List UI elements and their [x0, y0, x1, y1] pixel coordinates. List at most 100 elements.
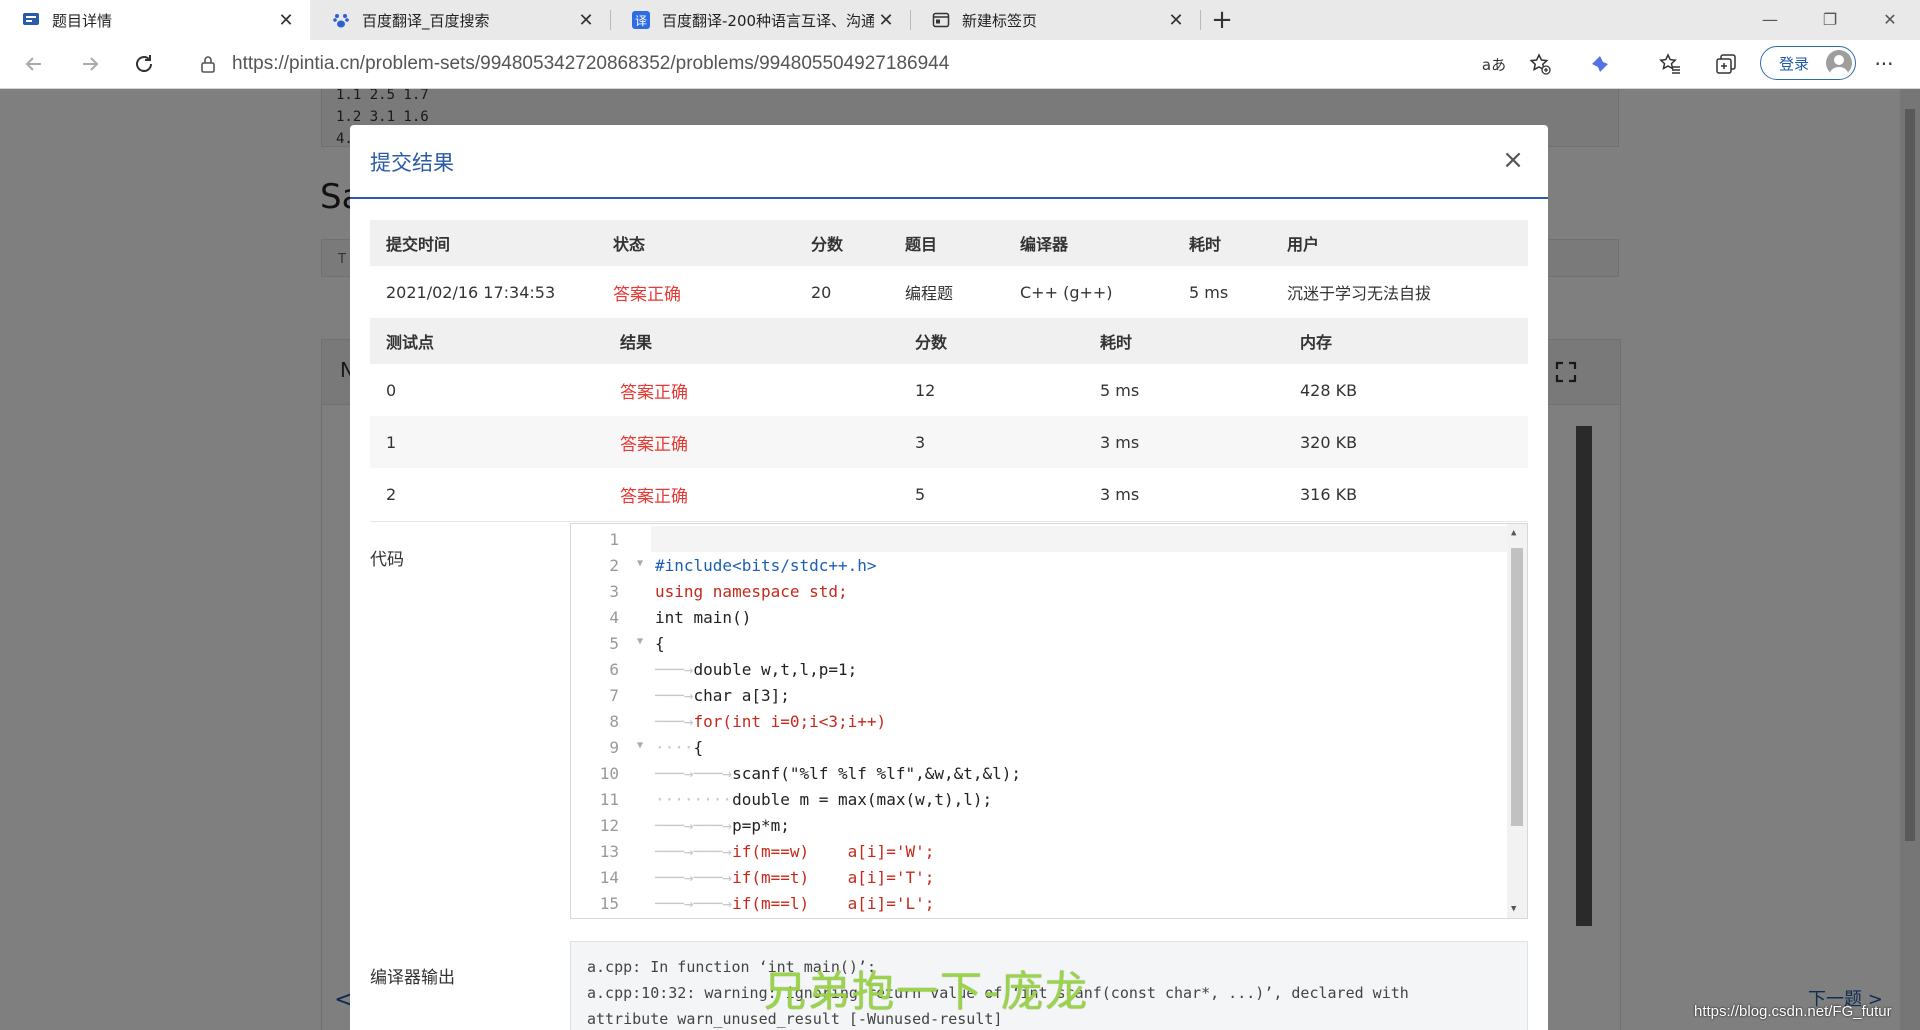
close-tab-icon[interactable]: ✕ — [874, 8, 898, 32]
close-tab-icon[interactable]: ✕ — [574, 8, 598, 32]
back-button[interactable] — [18, 48, 50, 80]
code-text: int main() — [655, 608, 752, 627]
indent-guide: ───→───→ — [655, 868, 733, 887]
browser-toolbar: https://pintia.cn/problem-sets/994805342… — [0, 40, 1920, 89]
test-id: 2 — [386, 484, 397, 504]
baidu-paw-icon — [332, 11, 350, 29]
indent-guide: ───→ — [655, 660, 694, 679]
score: 20 — [811, 282, 832, 302]
arrow-right-icon — [83, 57, 99, 71]
code-line: using namespace std; — [655, 582, 848, 601]
table-row: 2 答案正确 5 3 ms 316 KB — [370, 468, 1528, 520]
submit-time: 2021/02/16 17:34:53 — [386, 282, 556, 302]
fold-arrow-icon[interactable]: ▼ — [637, 558, 643, 569]
test-time: 5 ms — [1100, 380, 1140, 400]
column-header: 内存 — [1300, 333, 1333, 352]
pta-icon — [22, 11, 40, 29]
login-label: 登录 — [1779, 54, 1810, 73]
code-scrollbar[interactable]: ▲ ▼ — [1507, 524, 1527, 918]
close-tab-icon[interactable]: ✕ — [1164, 8, 1188, 32]
column-header: 提交时间 — [386, 235, 451, 254]
tab-title: 新建标签页 — [962, 11, 1038, 30]
test-memory: 316 KB — [1300, 484, 1358, 504]
tab-title: 百度翻译-200种语言互译、沟通全 — [662, 11, 874, 30]
test-memory: 428 KB — [1300, 380, 1358, 400]
forward-button[interactable] — [74, 48, 106, 80]
code-text: { — [655, 634, 665, 653]
code-line: ───→───→scanf("%lf %lf %lf",&w,&t,&l); — [655, 764, 1021, 783]
compiler: C++ (g++) — [1020, 282, 1113, 302]
minimize-button[interactable]: — — [1740, 0, 1800, 38]
video-watermark: 兄弟抱一下-庞龙 — [764, 967, 1090, 1016]
fold-arrow-icon[interactable]: ▼ — [637, 636, 643, 647]
refresh-button[interactable] — [128, 48, 160, 80]
favorites-icon[interactable] — [1656, 50, 1684, 78]
compiler-output-label: 编译器输出 — [370, 968, 455, 988]
modal-header: 提交结果 × — [350, 125, 1548, 199]
close-modal-button[interactable]: × — [1498, 145, 1528, 175]
scroll-up-icon[interactable]: ▲ — [1511, 528, 1516, 538]
code-text: char a[3]; — [693, 686, 790, 705]
more-menu-icon[interactable]: ··· — [1870, 50, 1898, 78]
tab-title: 题目详情 — [52, 11, 113, 30]
extension-icon[interactable] — [1586, 50, 1614, 78]
user-name[interactable]: 沉迷于学习无法自拔 — [1287, 266, 1431, 318]
submission-result-modal: 提交结果 × 提交时间 状态 分数 题目 编译器 耗时 用户 2021/02/1… — [350, 125, 1548, 1030]
test-score: 12 — [915, 380, 936, 400]
address-bar[interactable]: https://pintia.cn/problem-sets/994805342… — [180, 46, 1516, 82]
problem-type: 编程题 — [905, 284, 954, 303]
code-text: using namespace std; — [655, 582, 848, 601]
indent-guide: ───→ — [655, 712, 694, 731]
indent-guide: ───→───→ — [655, 842, 733, 861]
indent-guide: ───→ — [655, 686, 694, 705]
collections-icon[interactable] — [1712, 50, 1740, 78]
tab-baidu-search[interactable]: 百度翻译_百度搜索 ✕ — [310, 0, 610, 40]
close-window-button[interactable]: ✕ — [1860, 0, 1920, 38]
time-used: 5 ms — [1189, 282, 1229, 302]
csdn-watermark: https://blog.csdn.net/FG_futur — [1694, 1003, 1892, 1020]
code-viewer[interactable]: 1 2 3 4 5 6 7 8 9 10 11 12 13 14 15 ▼ ▼ ▼ #include<bit… — [570, 523, 1528, 919]
tab-baidu-translate[interactable]: 译 百度翻译-200种语言互译、沟通全 ✕ — [610, 0, 910, 40]
scroll-down-icon[interactable]: ▼ — [1511, 904, 1516, 914]
code-text: double w,t,l,p=1; — [693, 660, 858, 679]
tab-strip: 题目详情 ✕ 百度翻译_百度搜索 ✕ 译 百度翻译-200种语言互译、沟通全 ✕… — [0, 0, 1920, 40]
line-number: 5 — [609, 634, 619, 653]
tab-new-tab[interactable]: 新建标签页 ✕ — [910, 0, 1200, 40]
code-line: ───→char a[3]; — [655, 686, 790, 705]
tab-problem-detail[interactable]: 题目详情 ✕ — [0, 0, 310, 40]
column-header: 耗时 — [1100, 333, 1133, 352]
tests-header-row: 测试点 结果 分数 耗时 内存 — [370, 318, 1528, 364]
code-text: if(m==l) a[i]='L'; — [732, 894, 935, 913]
indent-guide: ───→───→ — [655, 816, 733, 835]
indent-guide: ───→───→ — [655, 764, 733, 783]
code-line: int main() — [655, 608, 751, 627]
code-text: scanf("%lf %lf %lf",&w,&t,&l); — [732, 764, 1022, 783]
new-tab-button[interactable]: + — [1206, 4, 1238, 36]
code-line: ───→───→p=p*m; — [655, 816, 790, 835]
add-favorite-icon[interactable] — [1526, 50, 1554, 78]
line-number: 13 — [599, 842, 619, 861]
status-accepted: 答案正确 — [613, 284, 681, 305]
fold-arrow-icon[interactable]: ▼ — [637, 740, 643, 751]
line-number: 15 — [599, 894, 619, 913]
column-header: 用户 — [1287, 235, 1320, 254]
newtab-icon — [932, 11, 950, 29]
refresh-icon — [136, 55, 152, 72]
login-button[interactable]: 登录 — [1760, 46, 1856, 80]
url-text: https://pintia.cn/problem-sets/994805342… — [232, 53, 950, 74]
read-aloud-icon[interactable]: aあ — [1480, 50, 1508, 78]
test-memory: 320 KB — [1300, 432, 1358, 452]
column-header: 耗时 — [1189, 235, 1222, 254]
test-time: 3 ms — [1100, 484, 1140, 504]
code-text: double m = max(max(w,t),l); — [732, 790, 993, 809]
code-line: ───→───→if(m==w) a[i]='W'; — [655, 842, 934, 861]
line-number: 9 — [609, 738, 619, 757]
close-tab-icon[interactable]: ✕ — [274, 8, 298, 32]
code-text: if(m==w) a[i]='W'; — [732, 842, 935, 861]
code-text: for(int i=0;i<3;i++) — [693, 712, 887, 731]
test-result: 答案正确 — [620, 382, 688, 403]
line-number: 4 — [609, 608, 619, 627]
restore-button[interactable]: ❐ — [1800, 0, 1860, 38]
code-scrollbar-thumb[interactable] — [1511, 548, 1523, 826]
avatar — [1826, 50, 1852, 76]
